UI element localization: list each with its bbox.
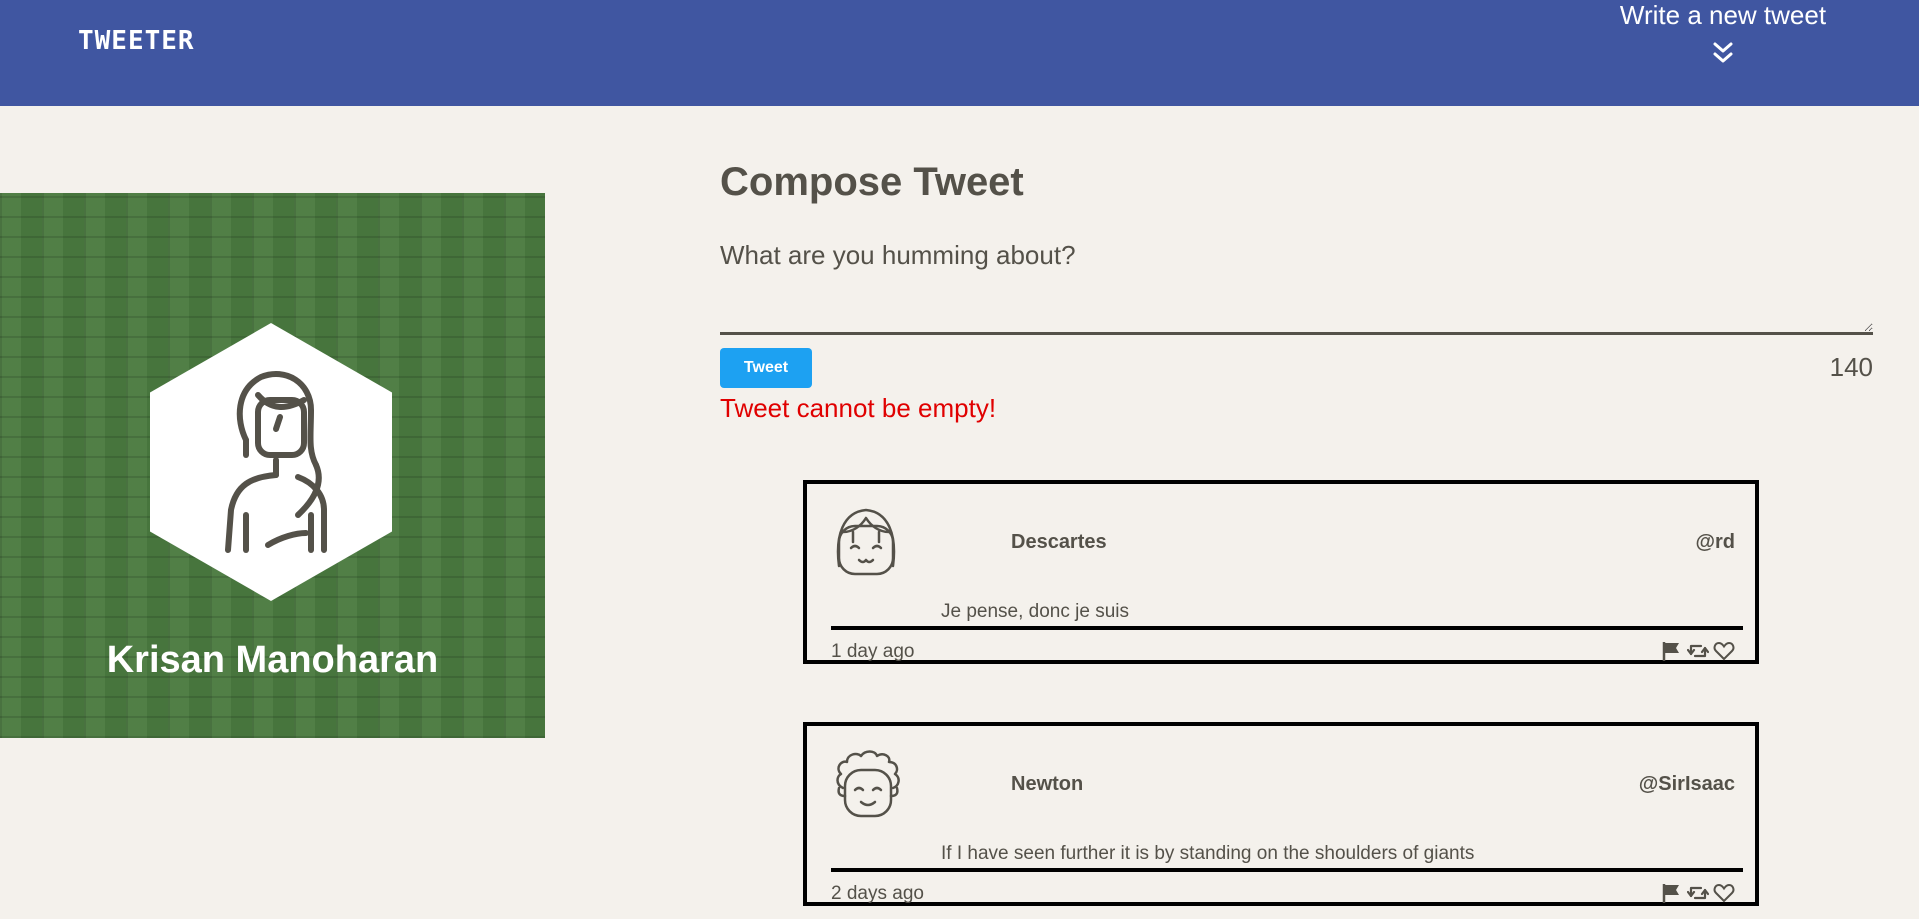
tweet-button[interactable]: Tweet [720,348,812,388]
compose-section: Compose Tweet Tweet 140 Tweet cannot be … [720,160,1873,423]
tweet-author-name: Descartes [1011,531,1107,553]
descartes-avatar-icon [836,508,896,576]
flag-icon[interactable] [1661,882,1683,904]
tweet-textarea[interactable] [720,240,1873,335]
newton-avatar-icon [836,750,900,818]
tweet-divider [831,626,1743,630]
tweet-divider [831,868,1743,872]
tweet-author-name: Newton [1011,773,1084,795]
heart-icon[interactable] [1713,640,1735,662]
profile-card: Krisan Manoharan [0,193,545,738]
user-avatar-icon [225,371,327,553]
top-nav: TWEETER Write a new tweet [0,0,1919,106]
tweet-timestamp: 2 days ago [831,883,924,904]
compose-title: Compose Tweet [720,160,1024,204]
tweet-author-handle: @rd [1695,531,1735,553]
retweet-icon[interactable] [1686,882,1710,904]
tweet-card: Descartes @rd Je pense, donc je suis 1 d… [803,480,1759,664]
profile-name: Krisan Manoharan [106,639,439,681]
app-logo[interactable]: TWEETER [78,26,195,56]
flag-icon[interactable] [1661,640,1683,662]
tweet-actions [1661,640,1735,662]
tweet-actions [1661,882,1735,904]
retweet-icon[interactable] [1686,640,1710,662]
tweet-card: Newton @SirIsaac If I have seen further … [803,722,1759,906]
profile-avatar-hexagon [150,323,392,601]
write-new-tweet-label[interactable]: Write a new tweet [1603,0,1843,30]
tweet-content: If I have seen further it is by standing… [941,843,1475,864]
heart-icon[interactable] [1713,882,1735,904]
character-counter: 140 [1829,352,1873,382]
error-message: Tweet cannot be empty! [720,393,997,423]
tweet-timestamp: 1 day ago [831,641,915,662]
tweet-author-handle: @SirIsaac [1638,773,1735,795]
tweet-content: Je pense, donc je suis [941,601,1130,622]
double-chevron-down-icon[interactable] [1710,40,1736,66]
write-new-tweet-toggle[interactable]: Write a new tweet [1603,0,1843,66]
